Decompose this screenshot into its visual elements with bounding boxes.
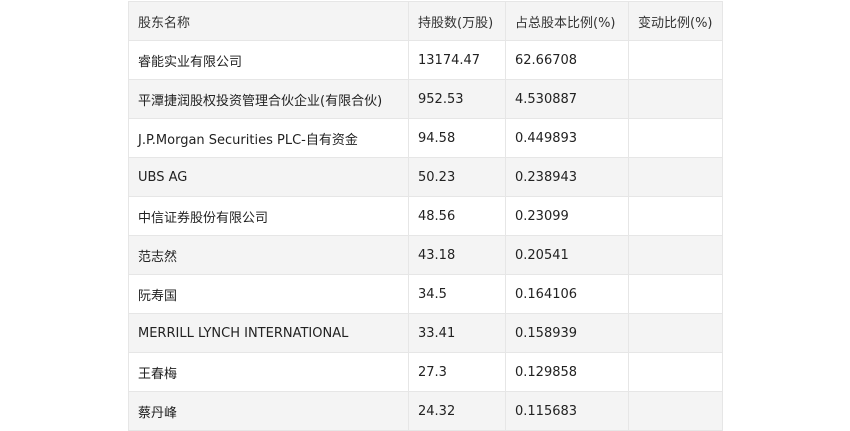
shareholder-table: 股东名称 持股数(万股) 占总股本比例(%) 变动比例(%) 睿能实业有限公司 … xyxy=(128,1,723,431)
cell-shares-held: 50.23 xyxy=(408,157,506,197)
header-share-ratio: 占总股本比例(%) xyxy=(505,1,629,41)
cell-shareholder-name: 平潭捷润股权投资管理合伙企业(有限合伙) xyxy=(128,79,409,119)
header-shares-held: 持股数(万股) xyxy=(408,1,506,41)
table-row: 平潭捷润股权投资管理合伙企业(有限合伙) 952.53 4.530887 xyxy=(128,79,723,119)
table-row: 睿能实业有限公司 13174.47 62.66708 xyxy=(128,40,723,80)
cell-shareholder-name: J.P.Morgan Securities PLC-自有资金 xyxy=(128,118,409,158)
cell-share-ratio: 62.66708 xyxy=(505,40,629,80)
table-row: UBS AG 50.23 0.238943 xyxy=(128,157,723,197)
table-row: 蔡丹峰 24.32 0.115683 xyxy=(128,391,723,431)
cell-change-ratio xyxy=(628,235,723,275)
cell-change-ratio xyxy=(628,391,723,431)
cell-change-ratio xyxy=(628,79,723,119)
cell-shares-held: 43.18 xyxy=(408,235,506,275)
cell-share-ratio: 0.23099 xyxy=(505,196,629,236)
cell-share-ratio: 0.115683 xyxy=(505,391,629,431)
cell-shares-held: 33.41 xyxy=(408,313,506,353)
cell-share-ratio: 0.20541 xyxy=(505,235,629,275)
cell-shares-held: 27.3 xyxy=(408,352,506,392)
cell-change-ratio xyxy=(628,352,723,392)
header-shareholder-name: 股东名称 xyxy=(128,1,409,41)
header-change-ratio: 变动比例(%) xyxy=(628,1,723,41)
cell-share-ratio: 0.158939 xyxy=(505,313,629,353)
table-header-row: 股东名称 持股数(万股) 占总股本比例(%) 变动比例(%) xyxy=(128,1,723,41)
cell-shareholder-name: 范志然 xyxy=(128,235,409,275)
cell-shares-held: 952.53 xyxy=(408,79,506,119)
cell-shareholder-name: UBS AG xyxy=(128,157,409,197)
cell-shares-held: 13174.47 xyxy=(408,40,506,80)
cell-shares-held: 24.32 xyxy=(408,391,506,431)
cell-share-ratio: 0.449893 xyxy=(505,118,629,158)
cell-change-ratio xyxy=(628,118,723,158)
cell-shareholder-name: MERRILL LYNCH INTERNATIONAL xyxy=(128,313,409,353)
cell-change-ratio xyxy=(628,40,723,80)
table-row: J.P.Morgan Securities PLC-自有资金 94.58 0.4… xyxy=(128,118,723,158)
cell-change-ratio xyxy=(628,313,723,353)
table-row: 范志然 43.18 0.20541 xyxy=(128,235,723,275)
cell-change-ratio xyxy=(628,196,723,236)
cell-change-ratio xyxy=(628,274,723,314)
cell-shareholder-name: 中信证券股份有限公司 xyxy=(128,196,409,236)
cell-shares-held: 48.56 xyxy=(408,196,506,236)
cell-share-ratio: 0.129858 xyxy=(505,352,629,392)
cell-shareholder-name: 阮寿国 xyxy=(128,274,409,314)
cell-share-ratio: 0.164106 xyxy=(505,274,629,314)
table-row: 王春梅 27.3 0.129858 xyxy=(128,352,723,392)
cell-share-ratio: 0.238943 xyxy=(505,157,629,197)
cell-share-ratio: 4.530887 xyxy=(505,79,629,119)
shareholder-table-container: 股东名称 持股数(万股) 占总股本比例(%) 变动比例(%) 睿能实业有限公司 … xyxy=(128,1,723,431)
cell-shares-held: 94.58 xyxy=(408,118,506,158)
cell-shares-held: 34.5 xyxy=(408,274,506,314)
cell-shareholder-name: 睿能实业有限公司 xyxy=(128,40,409,80)
cell-shareholder-name: 蔡丹峰 xyxy=(128,391,409,431)
cell-change-ratio xyxy=(628,157,723,197)
table-row: 阮寿国 34.5 0.164106 xyxy=(128,274,723,314)
table-row: 中信证券股份有限公司 48.56 0.23099 xyxy=(128,196,723,236)
cell-shareholder-name: 王春梅 xyxy=(128,352,409,392)
table-row: MERRILL LYNCH INTERNATIONAL 33.41 0.1589… xyxy=(128,313,723,353)
